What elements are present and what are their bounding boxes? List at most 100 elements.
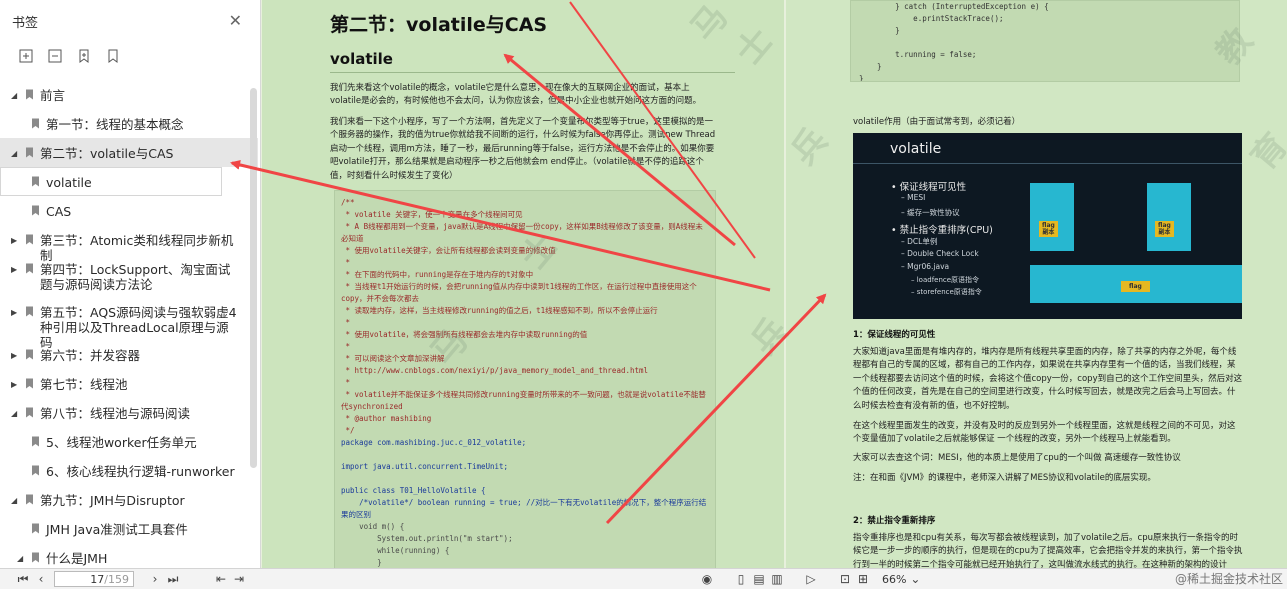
bookmark-icon bbox=[32, 205, 39, 216]
bookmark-item[interactable]: ▶6、核心线程执行逻辑-runworker bbox=[0, 456, 258, 485]
code-line: * 使用volatile，将会强制所有线程都会去堆内存中读取running的值 bbox=[341, 330, 588, 339]
slide-point: – Mgr06.java bbox=[901, 262, 949, 271]
bookmark-icon bbox=[26, 147, 33, 158]
bookmark-label: 第六节：并发容器 bbox=[40, 348, 141, 363]
expanded-arrow-icon[interactable]: ◢ bbox=[17, 554, 29, 563]
bookmark-icon bbox=[26, 263, 33, 274]
code-line: * http://www.cnblogs.com/nexiyi/p/java_m… bbox=[341, 366, 649, 375]
bookmark-icon bbox=[32, 552, 39, 563]
bookmark-label: volatile bbox=[46, 175, 92, 190]
bookmark-item[interactable]: ◢ 什么是JMH bbox=[0, 543, 258, 568]
pdf-page-left: 第二节：volatile与CAS volatile 我们先来看这个volatil… bbox=[262, 0, 784, 568]
add-bookmark-icon[interactable] bbox=[18, 48, 34, 64]
page-current: 17 bbox=[90, 572, 105, 586]
code-line: * 当线程t1开始运行的时候，会把running值从内存中读到t1线程的工作区，… bbox=[341, 282, 697, 303]
sidebar-scrollbar[interactable] bbox=[250, 88, 257, 468]
prev-page-icon[interactable]: ‹ bbox=[32, 570, 50, 588]
next-page-icon[interactable]: › bbox=[146, 570, 164, 588]
continuous-page-icon[interactable]: ▤ bbox=[750, 570, 768, 588]
bookmark-item[interactable]: ◢ 第九节：JMH与Disruptor bbox=[0, 485, 258, 514]
code-line: t.running = false; bbox=[859, 50, 977, 59]
section2-title: 2：禁止指令重新排序 bbox=[853, 516, 936, 526]
single-page-icon[interactable]: ▯ bbox=[732, 570, 750, 588]
page-number-input[interactable]: 17/159 bbox=[54, 571, 134, 587]
sidebar-toolbar bbox=[0, 42, 260, 70]
bookmark-label: 第二节：volatile与CAS bbox=[40, 146, 174, 161]
close-icon[interactable]: ✕ bbox=[229, 13, 242, 29]
bookmark-item[interactable]: ▶第一节：线程的基本概念 bbox=[0, 109, 258, 138]
collapsed-arrow-icon[interactable]: ▶ bbox=[11, 236, 23, 245]
expanded-arrow-icon[interactable]: ◢ bbox=[11, 149, 23, 158]
two-page-icon[interactable]: ▥ bbox=[768, 570, 786, 588]
zoom-dropdown-icon[interactable]: ⌄ bbox=[906, 570, 924, 588]
bookmark-item[interactable]: ▶CAS bbox=[0, 196, 258, 225]
code-line: System.out.println("m start"); bbox=[341, 534, 513, 543]
pdf-page-right: } catch (InterruptedException e) { e.pri… bbox=[786, 0, 1287, 568]
bookmark-item[interactable]: ▶ 第三节：Atomic类和线程同步新机制 bbox=[0, 225, 258, 263]
collapsed-arrow-icon[interactable]: ▶ bbox=[11, 308, 23, 317]
bookmark-item[interactable]: ▶ 第五节：AQS源码阅读与强软弱虚4种引用以及ThreadLocal原理与源码 bbox=[0, 297, 258, 350]
play-icon[interactable]: ▷ bbox=[802, 570, 820, 588]
code-line: import java.util.concurrent.TimeUnit; bbox=[341, 462, 509, 471]
bookmark-icon[interactable] bbox=[76, 48, 92, 64]
slide-point: – 缓存一致性协议 bbox=[901, 207, 960, 218]
bookmark-item[interactable]: ◢ 第二节：volatile与CAS bbox=[0, 138, 258, 167]
bookmark-outline-icon[interactable] bbox=[105, 48, 121, 64]
bookmark-item[interactable]: ▶volatile bbox=[0, 167, 222, 196]
code-line: * volatile并不能保证多个线程共同修改running变量时所带来的不一致… bbox=[341, 390, 706, 411]
bookmark-icon bbox=[32, 176, 39, 187]
slide-point-text: 保证线程可见性 bbox=[899, 182, 967, 193]
thread-box-1 bbox=[1030, 183, 1074, 251]
back-icon[interactable]: ⇤ bbox=[212, 570, 230, 588]
credit-watermark: @稀土掘金技术社区 bbox=[1174, 572, 1283, 586]
expanded-arrow-icon[interactable]: ◢ bbox=[11, 91, 23, 100]
code-line: * volatile 关键字，使一个变量在多个线程间可见 bbox=[341, 210, 523, 219]
expanded-arrow-icon[interactable]: ◢ bbox=[11, 409, 23, 418]
bullet-icon: • bbox=[891, 225, 900, 236]
flag-copy-1: flag 副本 bbox=[1039, 221, 1058, 237]
bookmark-item[interactable]: ◢ 第八节：线程池与源码阅读 bbox=[0, 398, 258, 427]
thread-box-2 bbox=[1147, 183, 1191, 251]
fit-page-icon[interactable]: ⊞ bbox=[854, 570, 872, 588]
collapsed-arrow-icon[interactable]: ▶ bbox=[11, 265, 23, 274]
slide-point: – loadfence原语指令 bbox=[911, 275, 979, 285]
last-page-icon[interactable]: ⏭ bbox=[164, 570, 182, 588]
slide-title: volatile bbox=[890, 141, 942, 157]
bookmark-item[interactable]: ▶ 第七节：线程池 bbox=[0, 369, 258, 398]
code-line: public class T01_HelloVolatile { bbox=[341, 486, 486, 495]
first-page-icon[interactable]: ⏮ bbox=[14, 570, 32, 588]
bookmark-label: 第一节：线程的基本概念 bbox=[46, 117, 184, 132]
bookmark-item[interactable]: ▶5、线程池worker任务单元 bbox=[0, 427, 258, 456]
code-line: } bbox=[859, 74, 864, 82]
bookmark-item[interactable]: ◢ 前言 bbox=[0, 80, 258, 109]
bookmark-item[interactable]: ▶ 第六节：并发容器 bbox=[0, 340, 258, 369]
zoom-level[interactable]: 66% bbox=[882, 573, 906, 586]
flag-main: flag bbox=[1121, 281, 1150, 292]
slide-point: – MESI bbox=[901, 193, 925, 202]
page-total: /159 bbox=[104, 572, 129, 586]
sidebar-header: 书签 ✕ bbox=[0, 0, 260, 42]
bookmark-item[interactable]: ▶ 第四节：LockSupport、淘宝面试题与源码阅读方法论 bbox=[0, 254, 258, 297]
bookmark-label: 前言 bbox=[40, 88, 66, 103]
bookmark-label: 5、线程池worker任务单元 bbox=[46, 435, 197, 450]
bookmark-item[interactable]: ▶JMH Java准测试工具套件 bbox=[0, 514, 258, 543]
eye-icon[interactable]: ◉ bbox=[698, 570, 716, 588]
collapsed-arrow-icon[interactable]: ▶ bbox=[11, 380, 23, 389]
bookmark-icon bbox=[32, 436, 39, 447]
bookmark-label: 什么是JMH bbox=[46, 551, 108, 566]
slide-point-text: DCL单例 bbox=[907, 237, 938, 246]
bottom-toolbar: ⏮ ‹ 17/159 › ⏭ ⇤ ⇥ ◉ ▯ ▤ ▥ ▷ ⊡ ⊞ 66% ⌄ @… bbox=[0, 568, 1287, 589]
remove-bookmark-icon[interactable] bbox=[47, 48, 63, 64]
code-line: * bbox=[341, 378, 351, 387]
volatile-slide-image: volatile • 保证线程可见性 – MESI – 缓存一致性协议 • 禁止指令重… bbox=[853, 133, 1242, 319]
expanded-arrow-icon[interactable]: ◢ bbox=[11, 496, 23, 505]
collapsed-arrow-icon[interactable]: ▶ bbox=[11, 351, 23, 360]
forward-icon[interactable]: ⇥ bbox=[230, 570, 248, 588]
section2-paragraph: 指令重排序也是和cpu有关系，每次写都会被线程读到，加了volatile之后。c… bbox=[853, 533, 1243, 568]
code-line: */ bbox=[341, 426, 355, 435]
bookmark-icon bbox=[26, 306, 33, 317]
bookmark-icon bbox=[26, 349, 33, 360]
actual-size-icon[interactable]: ⊡ bbox=[836, 570, 854, 588]
